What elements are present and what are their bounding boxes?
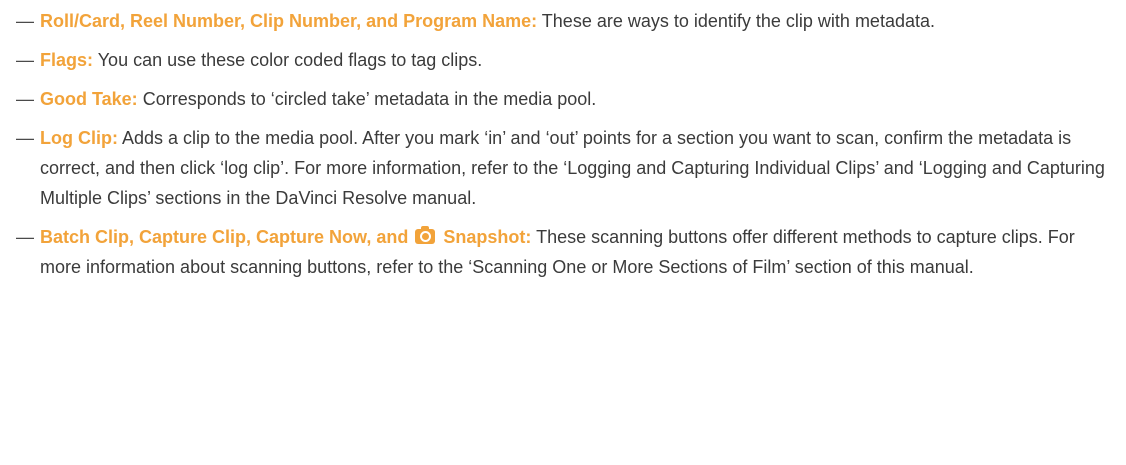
list-item-roll-card: — Roll/Card, Reel Number, Clip Number, a…	[16, 6, 1116, 36]
dash-bullet: —	[16, 50, 34, 70]
term-label: Log Clip:	[40, 128, 118, 148]
term-label-part-2: Snapshot:	[443, 227, 532, 247]
term-label: Good Take:	[40, 89, 138, 109]
camera-icon	[415, 226, 436, 244]
description-text: Corresponds to ‘circled take’ metadata i…	[142, 89, 597, 109]
list-item-good-take: — Good Take: Corresponds to ‘circled tak…	[16, 84, 1116, 114]
description-text: You can use these color coded flags to t…	[97, 50, 483, 70]
term-label: Roll/Card, Reel Number, Clip Number, and…	[40, 11, 538, 31]
dash-bullet: —	[16, 128, 34, 148]
dash-bullet: —	[16, 89, 34, 109]
term-label-part-1: Batch Clip, Capture Clip, Capture Now, a…	[40, 227, 409, 247]
term-label: Flags:	[40, 50, 94, 70]
dash-bullet: —	[16, 227, 34, 247]
dash-bullet: —	[16, 11, 34, 31]
description-text: These are ways to identify the clip with…	[541, 11, 935, 31]
list-item-log-clip: — Log Clip: Adds a clip to the media poo…	[16, 123, 1116, 213]
list-item-scanning-buttons: — Batch Clip, Capture Clip, Capture Now,…	[16, 222, 1116, 282]
description-text: Adds a clip to the media pool. After you…	[40, 128, 1105, 208]
list-item-flags: — Flags: You can use these color coded f…	[16, 45, 1116, 75]
definition-list: — Roll/Card, Reel Number, Clip Number, a…	[16, 6, 1116, 291]
